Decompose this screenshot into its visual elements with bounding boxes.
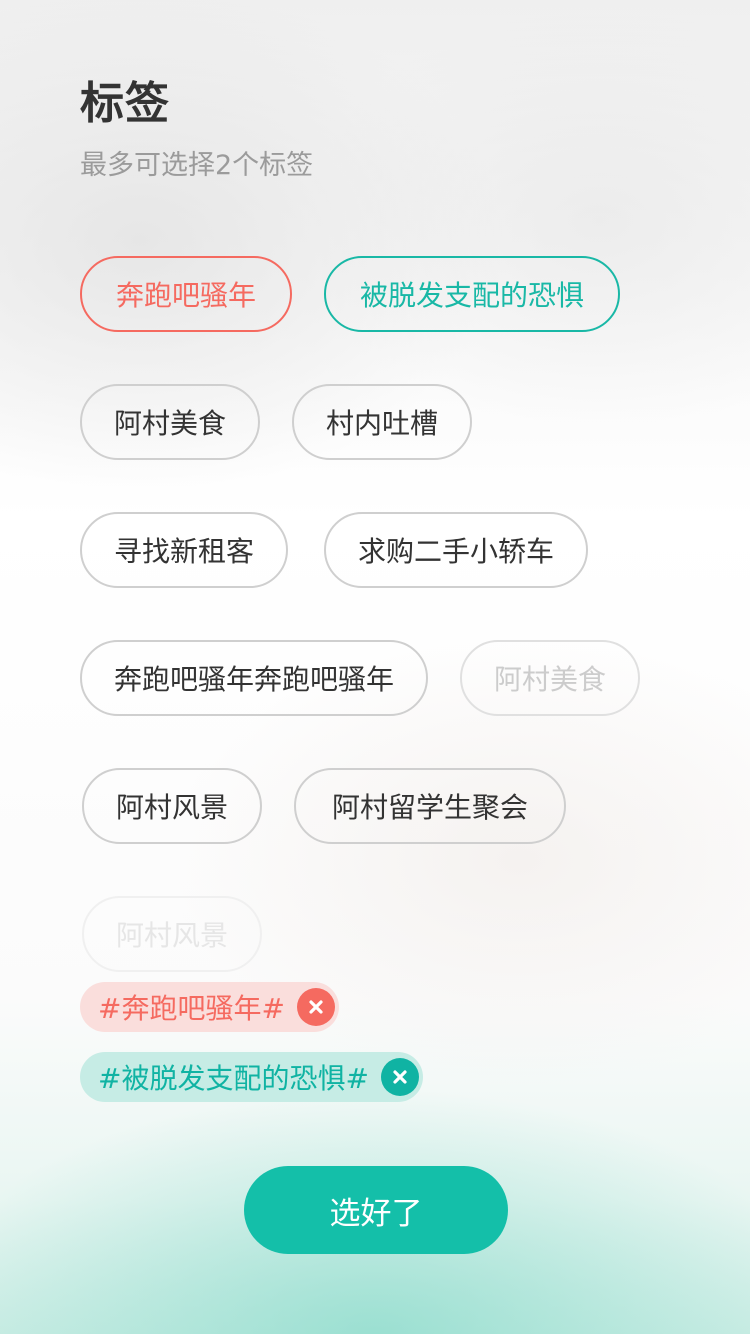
- tag-label: 奔跑吧骚年: [115, 279, 256, 312]
- selected-tag-label: #被脱发支配的恐惧#: [98, 1062, 369, 1095]
- close-icon[interactable]: [380, 1058, 419, 1096]
- tag-label: 阿村美食: [113, 407, 226, 440]
- tag-item-students[interactable]: 阿村留学生聚会: [294, 768, 566, 844]
- tag-item-complaints[interactable]: 村内吐槽: [292, 384, 472, 460]
- tag-item-used-car[interactable]: 求购二手小轿车: [324, 512, 588, 588]
- tag-item-scenery[interactable]: 阿村风景: [82, 768, 262, 844]
- page-subtitle: 最多可选择2个标签: [80, 150, 314, 181]
- tag-label: 寻找新租客: [113, 535, 254, 568]
- tag-item-tenant[interactable]: 寻找新租客: [80, 512, 288, 588]
- page-title: 标签: [80, 78, 170, 129]
- confirm-button[interactable]: 选好了: [244, 1166, 508, 1254]
- close-icon[interactable]: [296, 988, 335, 1026]
- tag-item-food[interactable]: 阿村美食: [80, 384, 260, 460]
- tag-label: 阿村风景: [115, 791, 228, 824]
- tag-item-scenery-disabled: 阿村风景: [82, 896, 262, 972]
- tag-label: 求购二手小轿车: [357, 535, 554, 568]
- tag-item-running-long[interactable]: 奔跑吧骚年奔跑吧骚年: [80, 640, 428, 716]
- tag-item-running[interactable]: 奔跑吧骚年: [80, 256, 292, 332]
- tag-item-hair-loss[interactable]: 被脱发支配的恐惧: [324, 256, 620, 332]
- tag-label: 被脱发支配的恐惧: [359, 279, 584, 312]
- selected-tag-label: #奔跑吧骚年#: [98, 992, 285, 1025]
- selected-tag-chip: #被脱发支配的恐惧#: [80, 1052, 423, 1102]
- tag-item-food-disabled: 阿村美食: [460, 640, 640, 716]
- selected-tag-chip: #奔跑吧骚年#: [80, 982, 339, 1032]
- tag-label: 阿村风景: [115, 919, 228, 952]
- tag-label: 奔跑吧骚年奔跑吧骚年: [113, 663, 394, 696]
- tag-label: 村内吐槽: [325, 407, 438, 440]
- tag-label: 阿村美食: [493, 663, 606, 696]
- tag-label: 阿村留学生聚会: [331, 791, 528, 824]
